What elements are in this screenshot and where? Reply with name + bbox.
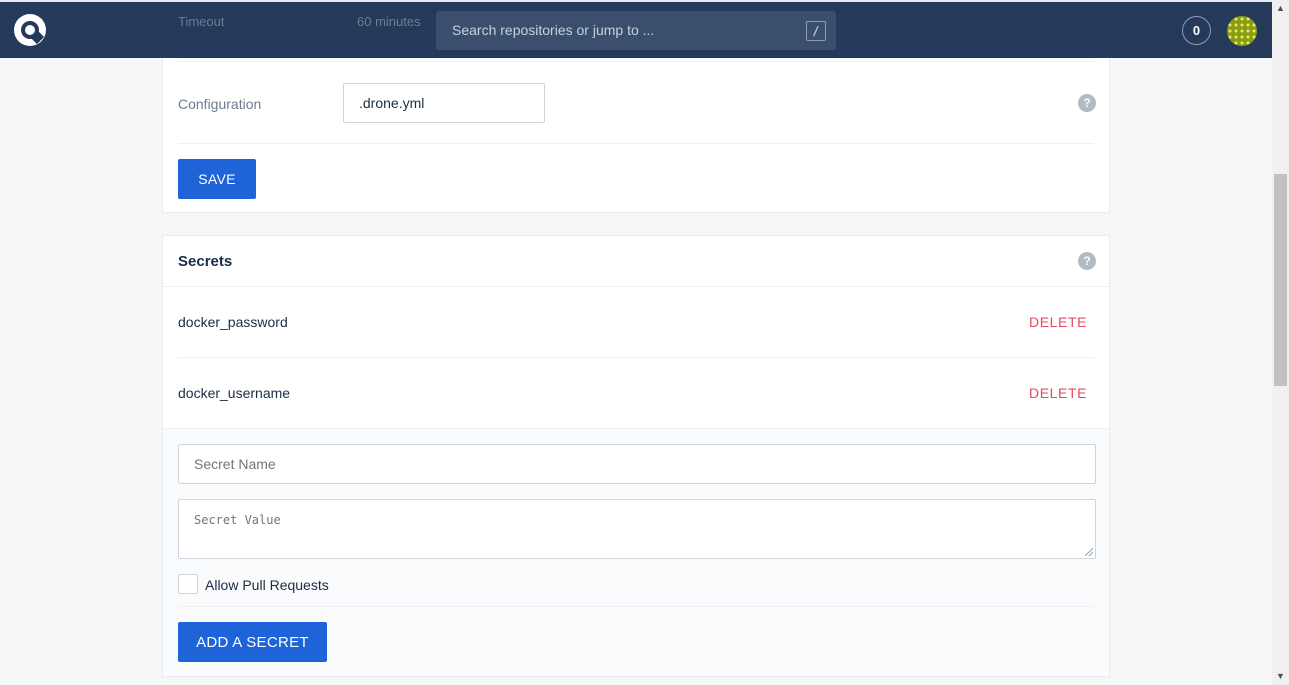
question-circle-icon[interactable]: ? (1078, 252, 1096, 270)
secret-item-name: docker_username (178, 385, 291, 401)
divider (178, 357, 1094, 358)
divider (178, 606, 1094, 607)
configuration-input[interactable] (343, 83, 545, 123)
scroll-down-arrow-icon[interactable]: ▼ (1272, 668, 1289, 685)
ghost-timeout-label: Timeout (178, 14, 225, 29)
secrets-title: Secrets (178, 253, 233, 270)
allow-pull-requests-checkbox[interactable] (178, 574, 198, 594)
save-button[interactable]: SAVE (178, 159, 256, 199)
search-input[interactable]: Search repositories or jump to ... / (436, 11, 836, 50)
secrets-card: Secrets ? docker_password DELETE docker_… (162, 235, 1110, 677)
ghost-timeout-value: 60 minutes (357, 14, 421, 29)
delete-secret-button[interactable]: DELETE (1029, 314, 1087, 330)
secret-item-name: docker_password (178, 314, 288, 330)
search-shortcut-key: / (806, 21, 826, 41)
divider (178, 143, 1094, 144)
question-circle-icon[interactable]: ? (1078, 94, 1096, 112)
notification-count-badge[interactable]: 0 (1182, 16, 1211, 45)
drone-logo-icon[interactable] (14, 14, 46, 46)
scroll-up-arrow-icon[interactable]: ▲ (1272, 0, 1289, 17)
secret-value-textarea[interactable] (178, 499, 1096, 559)
configuration-label: Configuration (178, 96, 262, 112)
add-secret-form: Allow Pull Requests ADD A SECRET (163, 428, 1109, 676)
divider (163, 286, 1109, 287)
secret-name-input[interactable] (178, 444, 1096, 484)
divider (178, 61, 1094, 62)
allow-pull-requests-label: Allow Pull Requests (205, 577, 329, 593)
scrollbar-thumb[interactable] (1274, 174, 1287, 386)
top-navbar: Timeout 60 minutes Search repositories o… (0, 2, 1272, 58)
resize-handle-icon[interactable] (1085, 548, 1093, 556)
add-secret-button[interactable]: ADD A SECRET (178, 622, 327, 662)
vertical-scrollbar[interactable]: ▲ ▼ (1272, 0, 1289, 685)
user-avatar[interactable] (1227, 16, 1257, 46)
search-placeholder: Search repositories or jump to ... (452, 22, 655, 38)
delete-secret-button[interactable]: DELETE (1029, 385, 1087, 401)
